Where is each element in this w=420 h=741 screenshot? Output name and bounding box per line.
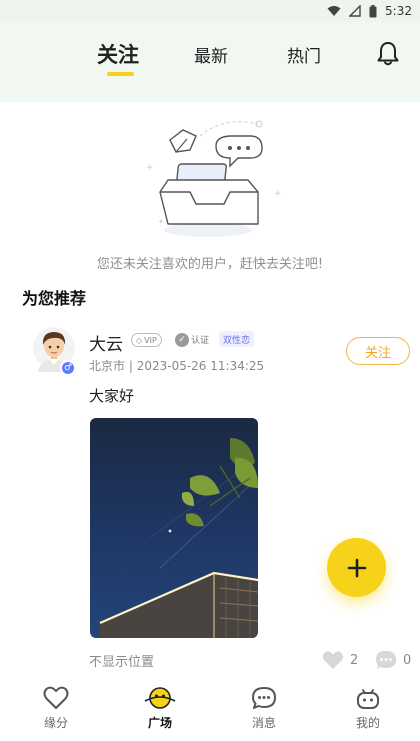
planet-icon (144, 687, 176, 709)
location-visibility: 不显示位置 (89, 655, 155, 670)
post-timestamp: 2023-05-26 11:34:25 (136, 359, 265, 373)
svg-text:✦: ✦ (158, 218, 164, 226)
nav-label-fate: 缘分 (43, 716, 68, 730)
vip-badge: ◇ VIP (131, 333, 162, 347)
bottom-nav: 缘分 广场 消息 我的 (0, 680, 420, 741)
gender-male-icon: ♂ (60, 360, 76, 376)
tab-hot[interactable]: 热门 (287, 42, 321, 67)
svg-text:+: + (146, 163, 154, 173)
nav-label-mine: 我的 (355, 716, 380, 730)
status-time: 5:32 (385, 4, 412, 18)
section-title: 为您推荐 (22, 289, 87, 308)
verify-label: 认证 (191, 336, 210, 346)
night-scene-graphic (99, 438, 258, 638)
empty-state-message: 您还未关注喜欢的用户，赶快去关注吧! (96, 257, 324, 272)
tab-follow[interactable]: 关注 (97, 39, 139, 69)
like-button[interactable]: 2 (322, 650, 358, 670)
comment-button[interactable]: 0 (375, 650, 411, 670)
top-header: 关注 最新 热门 (0, 22, 420, 102)
heart-icon (322, 651, 344, 669)
active-tab-indicator (107, 72, 134, 76)
status-bar: 5:32 (0, 0, 420, 22)
nav-item-square[interactable]: 广场 (130, 686, 190, 731)
post-location: 北京市 (89, 359, 126, 373)
nav-item-fate[interactable]: 缘分 (26, 686, 86, 731)
comment-icon (376, 651, 396, 669)
verify-badge: ✓ 认证 (175, 332, 209, 347)
robot-icon (357, 689, 379, 709)
attribute-badge: 双性恋 (219, 331, 255, 347)
nav-label-messages: 消息 (251, 716, 276, 730)
plus-icon (347, 558, 366, 577)
vip-label: VIP (144, 335, 157, 345)
post-text: 大家好 (89, 387, 135, 405)
signal-icon (349, 5, 361, 17)
nav-label-square: 广场 (147, 716, 172, 730)
post-image[interactable] (90, 418, 258, 638)
username[interactable]: 大云 (89, 330, 123, 355)
empty-inbox-illustration: + + ✦ (146, 120, 282, 237)
diamond-icon: ◇ (136, 335, 143, 345)
tab-latest[interactable]: 最新 (194, 42, 228, 67)
post-meta: 北京市 | 2023-05-26 11:34:25 (89, 357, 264, 374)
verified-check-icon: ✓ (175, 332, 189, 347)
bell-icon[interactable] (376, 41, 400, 67)
nav-item-messages[interactable]: 消息 (234, 686, 294, 731)
comment-count: 0 (403, 652, 412, 668)
svg-text:+: + (274, 189, 282, 199)
heart-icon (43, 686, 69, 709)
wifi-icon (327, 6, 341, 16)
create-post-button[interactable] (327, 538, 386, 597)
battery-icon (369, 4, 377, 17)
like-count: 2 (350, 652, 359, 668)
follow-button[interactable]: 关注 (346, 337, 410, 365)
meta-separator: | (128, 359, 137, 373)
chat-icon (252, 687, 276, 709)
nav-item-mine[interactable]: 我的 (338, 686, 398, 731)
